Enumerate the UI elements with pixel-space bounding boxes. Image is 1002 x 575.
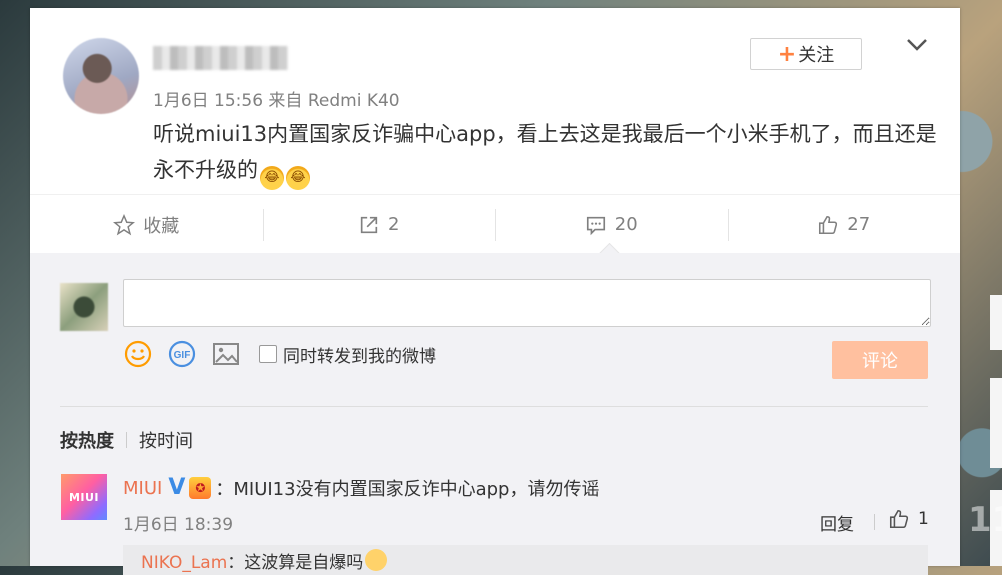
gif-icon[interactable]: GIF xyxy=(167,339,197,369)
follow-label: 关注 xyxy=(798,45,835,66)
side-panel-edge xyxy=(990,295,1002,350)
sub-reply-user[interactable]: NIKO_Lam xyxy=(141,553,227,573)
author-avatar[interactable] xyxy=(63,38,139,114)
reply-button[interactable]: 回复 xyxy=(820,510,854,535)
comment-text: ：MIUI13没有内置国家反诈中心app，请勿传谣 xyxy=(215,479,600,500)
favorite-label: 收藏 xyxy=(143,215,180,237)
site-watermark: 114 xyxy=(968,500,1002,540)
favorite-button[interactable]: 收藏 xyxy=(30,195,263,254)
comment-time: 1月6日 18:39 xyxy=(123,515,234,535)
verified-badge-icon: V xyxy=(168,475,186,500)
thumbs-up-icon xyxy=(819,215,838,234)
tab-sort-hot[interactable]: 按热度 xyxy=(60,427,114,453)
like-button[interactable]: 27 xyxy=(727,195,961,254)
repost-checkbox[interactable] xyxy=(259,345,277,363)
emoji-icon[interactable] xyxy=(123,339,153,369)
like-count: 27 xyxy=(847,214,871,235)
comment-action-separator xyxy=(874,514,875,530)
repost-button[interactable]: 2 xyxy=(262,195,496,254)
author-name-blurred[interactable]: ■■■■■ xyxy=(153,46,288,70)
side-panel-edge xyxy=(990,378,1002,468)
post-meta: 1月6日 15:56 来自 Redmi K40 xyxy=(153,91,400,111)
laugh-cry-emoji-icon: 😂 xyxy=(260,166,284,190)
divider xyxy=(60,406,928,407)
medal-badge-icon: ✪ xyxy=(189,477,212,499)
repost-option-label: 同时转发到我的微博 xyxy=(283,346,436,367)
comment-icon xyxy=(586,216,605,235)
cat-emoji-icon xyxy=(365,549,388,571)
post-text: 听说miui13内置国家反诈骗中心app，看上去这是我最后一个小米手机了，而且还… xyxy=(153,116,943,190)
thumbs-up-icon xyxy=(889,509,909,529)
gif-text: GIF xyxy=(174,350,191,361)
comment-count: 20 xyxy=(614,214,638,235)
sub-reply: NIKO_Lam：这波算是自爆吗 xyxy=(123,545,928,575)
comment-line: MIUI V ✪ ：MIUI13没有内置国家反诈中心app，请勿传谣 xyxy=(123,475,599,501)
star-icon xyxy=(113,213,136,235)
action-bar: 收藏 2 20 27 xyxy=(30,194,960,254)
comment-panel: GIF 同时转发到我的微博 评论 按热度 按时间 MIUI MIUI V ✪ ：… xyxy=(30,253,960,575)
share-icon xyxy=(360,216,378,233)
sub-reply-text: ：这波算是自爆吗 xyxy=(227,553,364,573)
comment-like-button[interactable]: 1 xyxy=(888,508,929,530)
comment-sort-tabs: 按热度 按时间 xyxy=(60,427,193,453)
commenter-avatar[interactable]: MIUI xyxy=(61,474,107,520)
laugh-cry-emoji-icon: 😂 xyxy=(286,166,310,190)
my-avatar[interactable] xyxy=(60,283,108,331)
chevron-down-icon[interactable] xyxy=(906,38,928,52)
follow-button[interactable]: + 关注 xyxy=(750,38,862,70)
submit-comment-button[interactable]: 评论 xyxy=(832,341,928,379)
comment-input[interactable] xyxy=(123,279,931,327)
plus-icon: + xyxy=(777,41,797,67)
commenter-name[interactable]: MIUI xyxy=(123,478,162,499)
comment-like-count: 1 xyxy=(918,509,929,529)
weibo-post-card: ■■■■■ 1月6日 15:56 来自 Redmi K40 + 关注 听说miu… xyxy=(30,8,960,575)
repost-count: 2 xyxy=(388,214,400,235)
image-icon[interactable] xyxy=(211,339,241,369)
repost-to-my-weibo-option[interactable]: 同时转发到我的微博 xyxy=(259,342,436,367)
composer-toolbar: GIF 同时转发到我的微博 xyxy=(123,339,436,369)
tab-separator xyxy=(126,432,127,448)
tab-sort-time[interactable]: 按时间 xyxy=(139,427,193,453)
